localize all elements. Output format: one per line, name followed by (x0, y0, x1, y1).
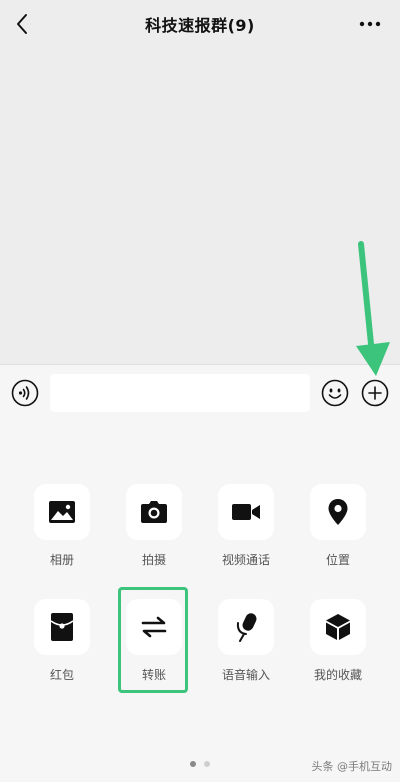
icon-tile (310, 484, 366, 540)
transfer-icon (141, 616, 167, 638)
video-icon (232, 504, 260, 520)
icon-tile (126, 484, 182, 540)
icon-tile (126, 599, 182, 655)
panel-item-red-packet[interactable]: 红包 (16, 599, 108, 699)
item-label: 转账 (141, 668, 166, 682)
page-dot[interactable] (204, 761, 210, 767)
item-label: 相册 (49, 553, 74, 567)
camera-icon (141, 501, 167, 523)
plus-circle-icon (361, 379, 389, 407)
panel-item-album[interactable]: 相册 (16, 484, 108, 584)
nav-header: 科技速报群(9) (0, 0, 400, 48)
red-packet-icon (50, 613, 74, 641)
chat-messages-area (0, 48, 400, 364)
message-input[interactable] (50, 374, 310, 412)
input-bar (0, 364, 400, 422)
plus-button[interactable] (360, 378, 390, 408)
emoji-icon (321, 379, 349, 407)
panel-item-transfer[interactable]: 转账 (108, 599, 200, 699)
icon-tile (34, 484, 90, 540)
panel-item-voice-input[interactable]: 语音输入 (200, 599, 292, 699)
panel-item-location[interactable]: 位置 (292, 484, 384, 584)
item-label: 拍摄 (141, 553, 166, 567)
image-icon (49, 501, 75, 523)
icon-tile (218, 484, 274, 540)
item-label: 红包 (49, 668, 74, 682)
panel-item-video-call[interactable]: 视频通话 (200, 484, 292, 584)
voice-icon (11, 379, 39, 407)
panel-item-camera[interactable]: 拍摄 (108, 484, 200, 584)
item-label: 语音输入 (221, 668, 270, 682)
item-label: 位置 (325, 553, 350, 567)
more-dots-icon (359, 21, 381, 27)
location-icon (328, 499, 348, 525)
icon-tile (218, 599, 274, 655)
voice-button[interactable] (10, 378, 40, 408)
panel-item-favorites[interactable]: 我的收藏 (292, 599, 384, 699)
microphone-icon (236, 613, 257, 642)
watermark-text: 头条 @手机互动 (311, 760, 393, 773)
page-dot-active[interactable] (190, 761, 196, 767)
emoji-button[interactable] (320, 378, 350, 408)
favorites-cube-icon (326, 614, 350, 640)
more-button[interactable] (354, 8, 386, 40)
icon-tile (310, 599, 366, 655)
item-label: 我的收藏 (313, 668, 362, 682)
icon-tile (34, 599, 90, 655)
page-title: 科技速报群(9) (145, 16, 255, 35)
item-label: 视频通话 (221, 553, 270, 567)
